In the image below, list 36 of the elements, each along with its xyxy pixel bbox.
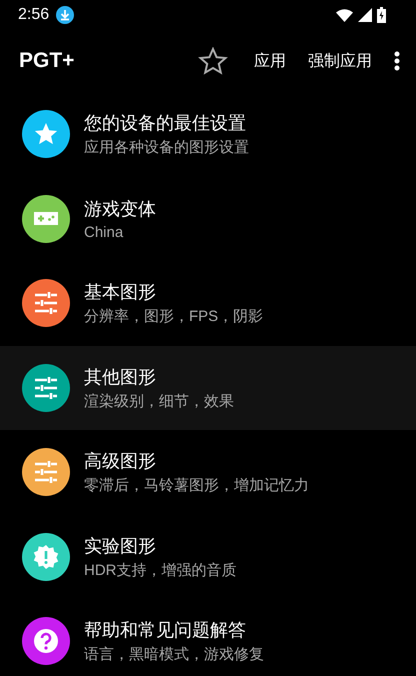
item-subtitle: 渲染级别，细节，效果 [84,392,234,411]
wifi-icon [336,8,353,22]
star-icon[interactable] [198,47,228,75]
app-title: PGT+ [19,49,76,73]
menu-item[interactable]: 基本图形 分辨率，图形，FPS，阴影 [0,261,416,346]
action-button[interactable]: 应用 [246,44,294,78]
menu-item[interactable]: 帮助和常见问题解答 语言，黑暗模式，游戏修复 [0,599,416,676]
menu-item[interactable]: 游戏变体 China [0,176,416,261]
item-subtitle: 零滞后，马铃薯图形，增加记忆力 [84,476,309,496]
item-title: 实验图形 [84,534,157,558]
sliders-icon [33,290,59,316]
battery-icon [377,7,386,23]
menu-item[interactable]: 实验图形 HDR支持，增强的音质 [0,514,416,599]
menu-item[interactable]: 其他图形 渲染级别，细节，效果 [0,346,416,430]
item-subtitle: 分辨率，图形，FPS，阴影 [84,307,264,326]
item-title: 帮助和常见问题解答 [84,619,247,642]
item-title: 基本图形 [84,281,157,304]
item-subtitle: HDR支持，增强的音质 [84,560,236,580]
item-title: 您的设备的最佳设置 [84,112,247,136]
status-time: 2:56 [18,6,50,24]
menu-item[interactable]: 您的设备的最佳设置 应用各种设备的图形设置 [0,92,416,176]
item-title: 高级图形 [84,450,157,474]
alert-badge-icon [33,544,59,570]
item-subtitle: China [84,224,124,241]
item-subtitle: 语言，黑暗模式，游戏修复 [84,645,264,664]
sliders-icon [33,374,59,401]
sliders-icon [33,459,59,486]
menu-item[interactable]: 高级图形 零滞后，马铃薯图形，增加记忆力 [0,430,416,514]
more-icon[interactable] [394,51,400,71]
item-title: 其他图形 [84,366,157,389]
question-icon [33,628,59,654]
action-button[interactable]: 强制应用 [300,44,380,78]
item-subtitle: 应用各种设备的图形设置 [84,138,249,158]
signal-icon [358,8,372,22]
download-icon [56,6,74,24]
item-title: 游戏变体 [84,198,156,221]
